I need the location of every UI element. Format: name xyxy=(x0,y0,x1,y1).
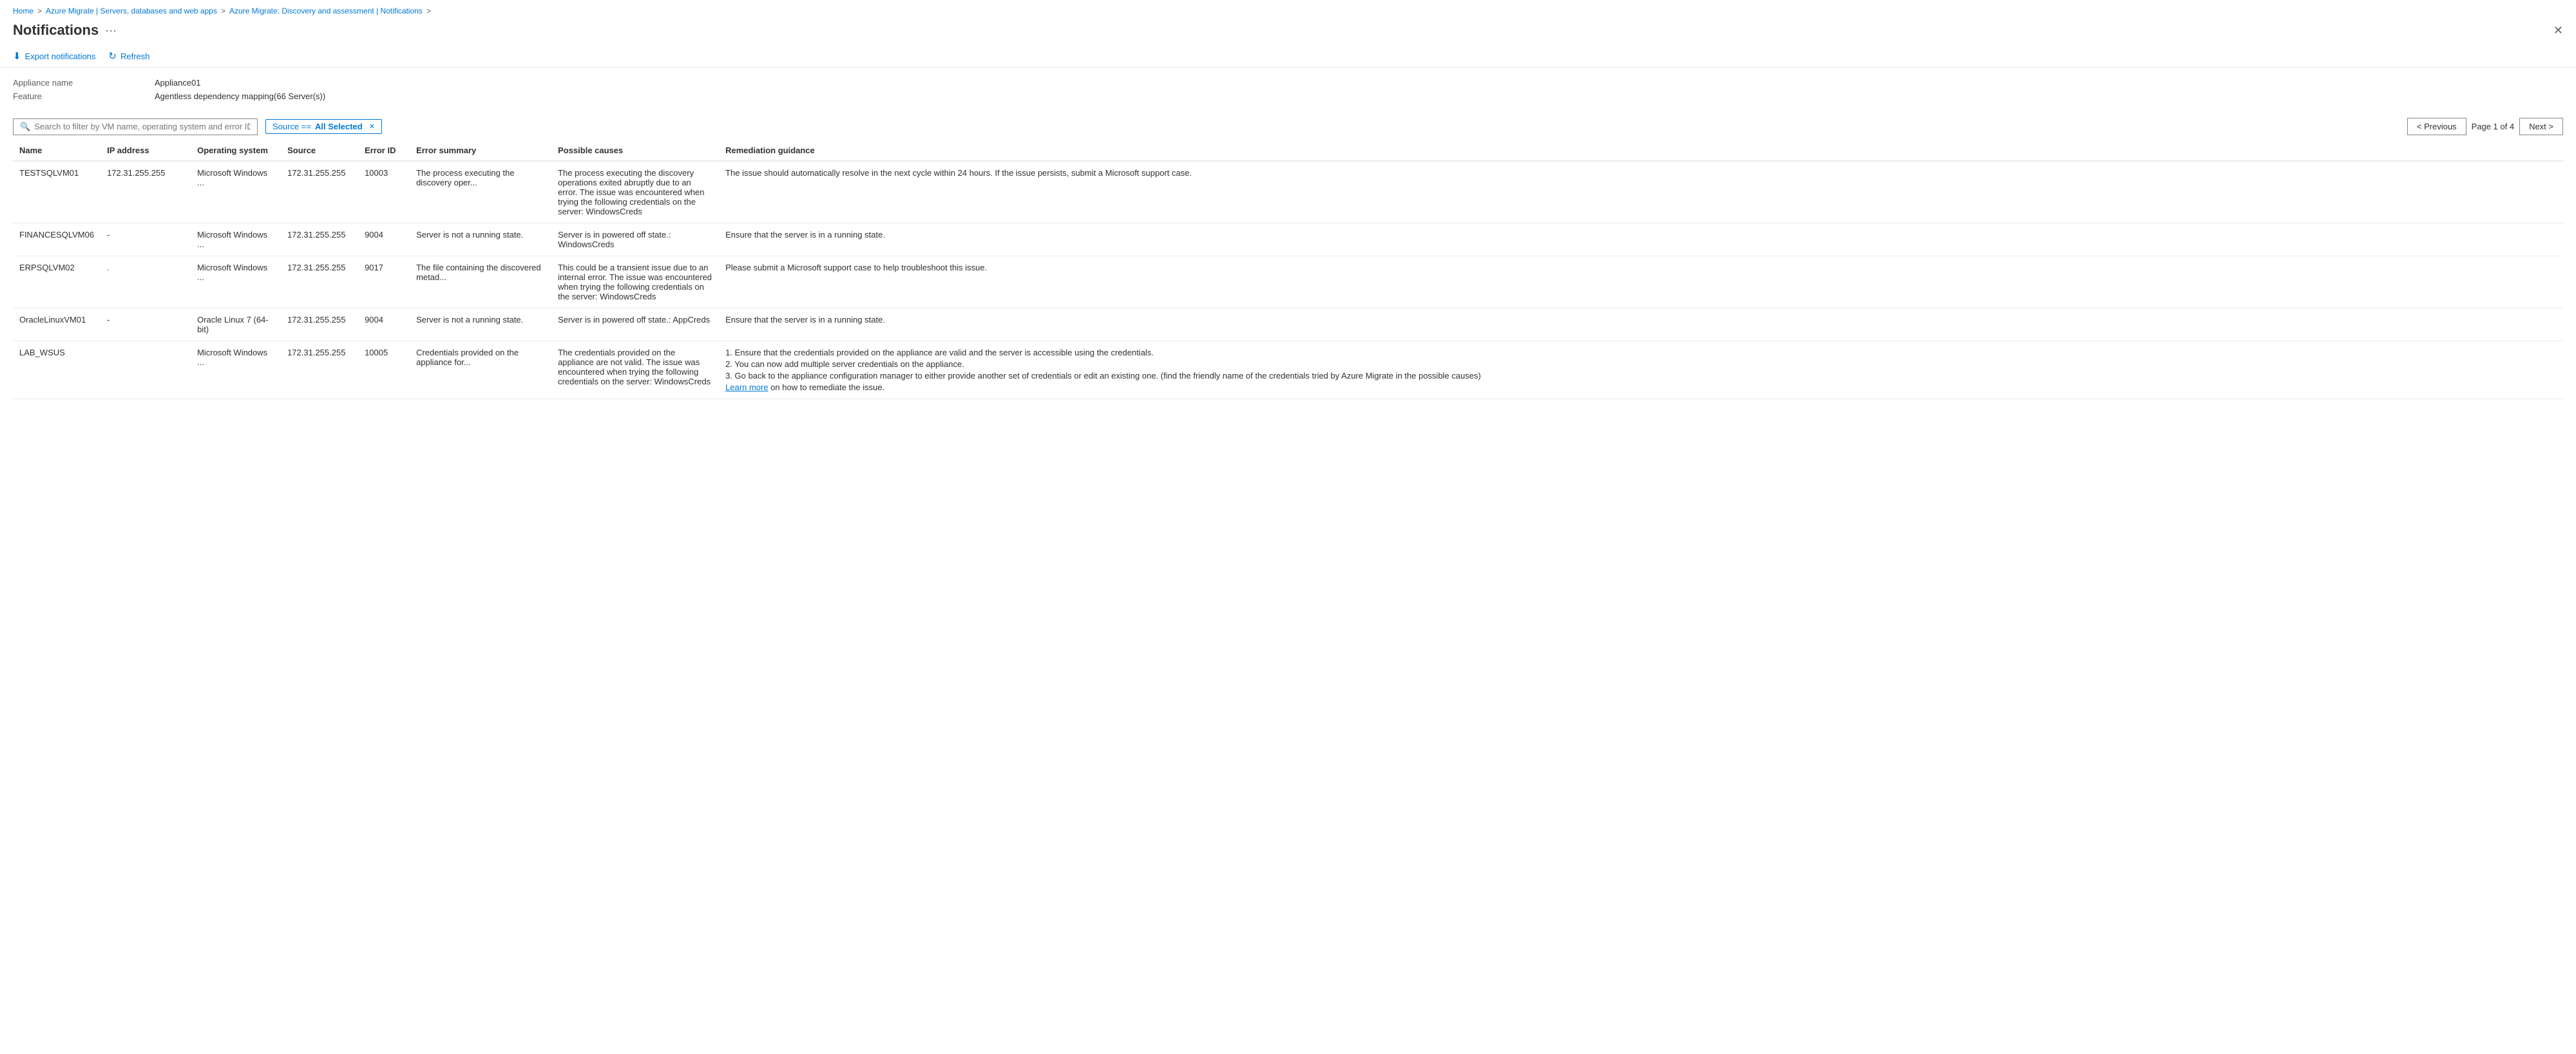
next-button[interactable]: Next > xyxy=(2519,118,2563,135)
cell-source: 172.31.255.255 xyxy=(281,341,358,399)
cell-errorid: 10003 xyxy=(358,161,410,223)
cell-os: Microsoft Windows ... xyxy=(191,161,281,223)
previous-button[interactable]: < Previous xyxy=(2407,118,2466,135)
search-box[interactable]: 🔍 xyxy=(13,118,258,135)
cell-source: 172.31.255.255 xyxy=(281,308,358,341)
cell-source: 172.31.255.255 xyxy=(281,256,358,308)
breadcrumb: Home > Azure Migrate | Servers, database… xyxy=(0,0,2576,19)
export-icon: ⬇ xyxy=(13,50,21,62)
cell-errorid: 10005 xyxy=(358,341,410,399)
feature-value: Agentless dependency mapping(66 Server(s… xyxy=(155,91,325,101)
close-button[interactable]: ✕ xyxy=(2553,24,2563,37)
source-filter-tag[interactable]: Source == All Selected ✕ xyxy=(265,119,382,134)
refresh-label: Refresh xyxy=(120,52,150,61)
cell-ip: . xyxy=(100,256,191,308)
table-header-row: Name IP address Operating system Source … xyxy=(13,140,2563,161)
cell-errorid: 9004 xyxy=(358,308,410,341)
col-header-errorsummary: Error summary xyxy=(410,140,551,161)
export-label: Export notifications xyxy=(25,52,96,61)
table-row: LAB_WSUS Microsoft Windows ...172.31.255.… xyxy=(13,341,2563,399)
cell-os: Microsoft Windows ... xyxy=(191,223,281,256)
cell-causes: This could be a transient issue due to a… xyxy=(551,256,719,308)
remediation-link[interactable]: Learn more xyxy=(725,382,768,392)
table-row: FINANCESQLVM06-Microsoft Windows ...172.… xyxy=(13,223,2563,256)
cell-remediation: 1. Ensure that the credentials provided … xyxy=(719,341,2563,399)
cell-os: Oracle Linux 7 (64-bit) xyxy=(191,308,281,341)
appliance-label: Appliance name xyxy=(13,78,155,88)
table-row: OracleLinuxVM01-Oracle Linux 7 (64-bit)1… xyxy=(13,308,2563,341)
search-input[interactable] xyxy=(34,122,251,131)
cell-ip: - xyxy=(100,308,191,341)
toolbar: ⬇ Export notifications ↻ Refresh xyxy=(0,45,2576,68)
notifications-table: Name IP address Operating system Source … xyxy=(13,140,2563,399)
feature-label: Feature xyxy=(13,91,155,101)
col-header-remediation: Remediation guidance xyxy=(719,140,2563,161)
cell-os: Microsoft Windows ... xyxy=(191,256,281,308)
search-icon: 🔍 xyxy=(20,122,30,132)
breadcrumb-notifications[interactable]: Azure Migrate: Discovery and assessment … xyxy=(229,6,423,15)
filter-prefix: Source == xyxy=(272,122,311,131)
cell-source: 172.31.255.255 xyxy=(281,161,358,223)
meta-section: Appliance name Appliance01 Feature Agent… xyxy=(0,68,2576,113)
cell-remediation: The issue should automatically resolve i… xyxy=(719,161,2563,223)
cell-name: TESTSQLVM01 xyxy=(13,161,100,223)
cell-causes: Server is in powered off state.: AppCred… xyxy=(551,308,719,341)
cell-errorsummary: Server is not a running state. xyxy=(410,308,551,341)
page-info: Page 1 of 4 xyxy=(2472,122,2515,131)
cell-name: OracleLinuxVM01 xyxy=(13,308,100,341)
cell-remediation: Please submit a Microsoft support case t… xyxy=(719,256,2563,308)
page-header: Notifications ··· ✕ xyxy=(0,19,2576,45)
col-header-causes: Possible causes xyxy=(551,140,719,161)
col-header-ip: IP address xyxy=(100,140,191,161)
cell-remediation: Ensure that the server is in a running s… xyxy=(719,308,2563,341)
refresh-icon: ↻ xyxy=(108,50,117,62)
cell-causes: The credentials provided on the applianc… xyxy=(551,341,719,399)
col-header-source: Source xyxy=(281,140,358,161)
cell-name: FINANCESQLVM06 xyxy=(13,223,100,256)
cell-causes: Server is in powered off state.: Windows… xyxy=(551,223,719,256)
cell-causes: The process executing the discovery oper… xyxy=(551,161,719,223)
export-button[interactable]: ⬇ Export notifications xyxy=(13,50,95,62)
table-row: ERPSQLVM02.Microsoft Windows ...172.31.2… xyxy=(13,256,2563,308)
more-button[interactable]: ··· xyxy=(105,24,117,37)
col-header-os: Operating system xyxy=(191,140,281,161)
cell-ip xyxy=(100,341,191,399)
cell-ip: 172.31.255.255 xyxy=(100,161,191,223)
table-row: TESTSQLVM01172.31.255.255Microsoft Windo… xyxy=(13,161,2563,223)
cell-ip: - xyxy=(100,223,191,256)
feature-row: Feature Agentless dependency mapping(66 … xyxy=(13,91,2563,101)
breadcrumb-servers[interactable]: Azure Migrate | Servers, databases and w… xyxy=(46,6,217,15)
cell-name: LAB_WSUS xyxy=(13,341,100,399)
pagination: < Previous Page 1 of 4 Next > xyxy=(2407,118,2563,135)
filter-value: All Selected xyxy=(315,122,363,131)
col-header-errorid: Error ID xyxy=(358,140,410,161)
filter-close-icon[interactable]: ✕ xyxy=(369,122,375,131)
filter-bar: 🔍 Source == All Selected ✕ < Previous Pa… xyxy=(0,113,2576,140)
appliance-row: Appliance name Appliance01 xyxy=(13,78,2563,88)
table-container: Name IP address Operating system Source … xyxy=(0,140,2576,399)
cell-errorsummary: The process executing the discovery oper… xyxy=(410,161,551,223)
refresh-button[interactable]: ↻ Refresh xyxy=(108,50,149,62)
cell-errorsummary: The file containing the discovered metad… xyxy=(410,256,551,308)
col-header-name: Name xyxy=(13,140,100,161)
appliance-value: Appliance01 xyxy=(155,78,201,88)
cell-errorsummary: Credentials provided on the appliance fo… xyxy=(410,341,551,399)
cell-os: Microsoft Windows ... xyxy=(191,341,281,399)
cell-name: ERPSQLVM02 xyxy=(13,256,100,308)
cell-errorid: 9017 xyxy=(358,256,410,308)
breadcrumb-home[interactable]: Home xyxy=(13,6,33,15)
cell-errorsummary: Server is not a running state. xyxy=(410,223,551,256)
cell-source: 172.31.255.255 xyxy=(281,223,358,256)
page-title: Notifications xyxy=(13,22,99,39)
cell-remediation: Ensure that the server is in a running s… xyxy=(719,223,2563,256)
cell-errorid: 9004 xyxy=(358,223,410,256)
